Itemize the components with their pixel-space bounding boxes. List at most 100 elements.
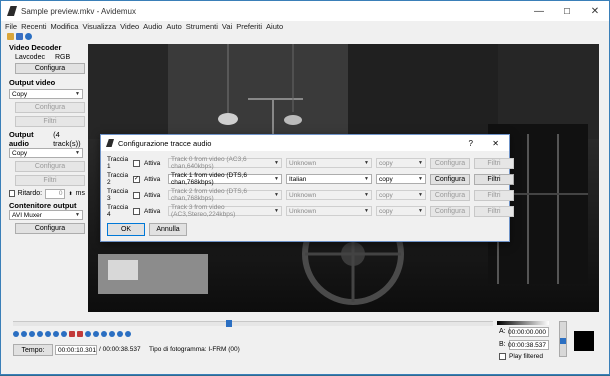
track-language-select[interactable]: Unknown ▼ (286, 158, 372, 168)
track-configura-button[interactable]: Configura (430, 173, 470, 185)
help-button[interactable]: ? (469, 139, 473, 148)
timeline-handle[interactable] (226, 320, 232, 327)
rewind-icon[interactable] (61, 331, 67, 337)
track-codec-value: copy (379, 191, 393, 199)
menu-file[interactable]: File (5, 22, 17, 31)
next-keyframe-icon[interactable] (53, 331, 59, 337)
annulla-button[interactable]: Annulla (149, 223, 187, 236)
stop-icon[interactable] (21, 331, 27, 337)
video-configura-button[interactable]: Configura (15, 102, 85, 113)
next-frame-icon[interactable] (37, 331, 43, 337)
goto-start-icon[interactable] (101, 331, 107, 337)
toolbar (1, 32, 609, 41)
next-black-frame-icon[interactable] (93, 331, 99, 337)
main-window: Sample preview.mkv - Avidemux — ☐ ✕ File… (0, 0, 610, 375)
video-filtri-button[interactable]: Filtri (15, 116, 85, 127)
previous-cut-icon[interactable] (117, 331, 123, 337)
track-codec-select[interactable]: copy ▼ (376, 206, 426, 216)
track-active-checkbox[interactable] (133, 159, 140, 167)
save-icon[interactable] (16, 33, 23, 40)
track-source-select[interactable]: Track 3 from video (AC3,Stereo,224kbps) ▼ (168, 204, 282, 218)
audio-filtri-button[interactable]: Filtri (15, 175, 85, 186)
play-filtered-checkbox[interactable] (499, 353, 506, 360)
timeline-slider[interactable] (13, 320, 493, 327)
ritardo-checkbox[interactable] (9, 190, 15, 197)
open-folder-icon[interactable] (7, 33, 14, 40)
menu-vai[interactable]: Vai (222, 22, 232, 31)
next-cut-icon[interactable] (125, 331, 131, 337)
menu-recenti[interactable]: Recenti (21, 22, 46, 31)
close-button[interactable]: ✕ (581, 1, 609, 21)
current-time-field[interactable]: 00:00:10.301 (55, 345, 97, 355)
track-source-select[interactable]: Track 0 from video (AC3,6 chan,640kbps) ▼ (168, 156, 282, 170)
avidemux-app-icon (106, 139, 114, 147)
menu-video[interactable]: Video (120, 22, 139, 31)
menu-audio[interactable]: Audio (143, 22, 162, 31)
tempo-button[interactable]: Tempo: (13, 344, 53, 356)
title-bar: Sample preview.mkv - Avidemux — ☐ ✕ (1, 1, 609, 21)
marker-a-field[interactable]: 00:00:00.000 (508, 327, 549, 337)
chevron-down-icon: ▼ (75, 91, 80, 97)
rgb-label: RGB (54, 54, 71, 61)
container-title: Contenitore output (9, 201, 77, 210)
maximize-button[interactable]: ☐ (553, 1, 581, 21)
container-select[interactable]: AVI Muxer ▼ (9, 210, 83, 220)
menu-visualizza[interactable]: Visualizza (82, 22, 116, 31)
chevron-down-icon: ▼ (364, 176, 369, 182)
play-icon[interactable] (13, 331, 19, 337)
track-language-select[interactable]: Unknown ▼ (286, 206, 372, 216)
minimize-button[interactable]: — (525, 1, 553, 21)
track-language-select[interactable]: Unknown ▼ (286, 190, 372, 200)
previous-black-frame-icon[interactable] (85, 331, 91, 337)
window-title: Sample preview.mkv - Avidemux (21, 6, 137, 16)
set-marker-a-icon[interactable] (69, 331, 75, 337)
set-marker-b-icon[interactable] (77, 331, 83, 337)
track-filtri-button[interactable]: Filtri (474, 189, 514, 201)
marker-b-field[interactable]: 00:00:38.537 (508, 340, 549, 350)
menu-modifica[interactable]: Modifica (51, 22, 79, 31)
menu-auto[interactable]: Auto (166, 22, 181, 31)
track-row-3: Traccia 3 Attiva Track 2 from video (DTS… (107, 188, 514, 202)
container-configura-button[interactable]: Configura (15, 223, 85, 234)
track-source-select[interactable]: Track 2 from video (DTS,6 chan,768kbps) ▼ (168, 188, 282, 202)
track-codec-select[interactable]: copy ▼ (376, 190, 426, 200)
track-language-select[interactable]: Italian ▼ (286, 174, 372, 184)
track-source-select[interactable]: Track 1 from video (DTS,6 chan,768kbps) ▼ (168, 172, 282, 186)
output-video-select[interactable]: Copy ▼ (9, 89, 83, 99)
track-filtri-button[interactable]: Filtri (474, 173, 514, 185)
track-active-checkbox[interactable] (133, 191, 140, 199)
output-audio-select[interactable]: Copy ▼ (9, 148, 83, 158)
menu-bar: File Recenti Modifica Visualizza Video A… (1, 21, 609, 32)
ritardo-unit: ms (75, 190, 85, 197)
volume-handle[interactable] (560, 338, 566, 344)
volume-slider[interactable] (559, 321, 567, 357)
track-codec-select[interactable]: copy ▼ (376, 158, 426, 168)
info-icon[interactable] (25, 33, 32, 40)
track-active-checkbox[interactable]: ✓ (133, 175, 140, 183)
chevron-down-icon: ▼ (274, 208, 279, 214)
previous-frame-icon[interactable] (29, 331, 35, 337)
track-label: Traccia 4 (107, 204, 129, 218)
menu-aiuto[interactable]: Aiuto (266, 22, 283, 31)
track-label: Traccia 2 (107, 172, 129, 186)
ritardo-input[interactable]: 0 (45, 188, 66, 199)
track-filtri-button[interactable]: Filtri (474, 157, 514, 169)
previous-keyframe-icon[interactable] (45, 331, 51, 337)
audio-configura-button[interactable]: Configura (15, 161, 85, 172)
ok-button[interactable]: OK (107, 223, 145, 236)
dialog-close-button[interactable]: ✕ (492, 139, 499, 148)
menu-strumenti[interactable]: Strumenti (186, 22, 218, 31)
track-active-checkbox[interactable] (133, 207, 140, 215)
goto-end-icon[interactable] (109, 331, 115, 337)
track-filtri-button[interactable]: Filtri (474, 205, 514, 217)
track-codec-select[interactable]: copy ▼ (376, 174, 426, 184)
track-configura-button[interactable]: Configura (430, 189, 470, 201)
total-time: / 00:00:38.537 (99, 346, 141, 353)
track-configura-button[interactable]: Configura (430, 205, 470, 217)
bottom-panel: Tempo: 00:00:10.301 / 00:00:38.537 Tipo … (1, 319, 610, 376)
menu-preferiti[interactable]: Preferiti (236, 22, 262, 31)
track-codec-value: copy (379, 207, 393, 215)
decoder-configura-button[interactable]: Configura (15, 63, 85, 74)
track-configura-button[interactable]: Configura (430, 157, 470, 169)
spin-icon[interactable]: ⬍ (68, 191, 72, 197)
